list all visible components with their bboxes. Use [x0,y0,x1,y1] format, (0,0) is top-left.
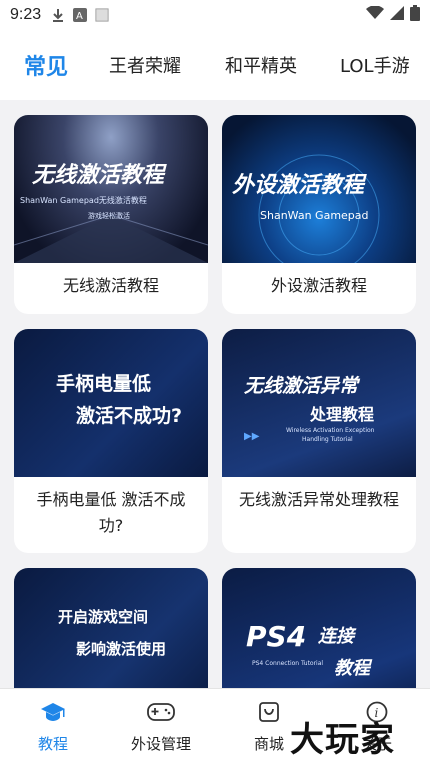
nav-label: 外设管理 [130,735,191,753]
tutorial-card[interactable]: 无线激活异常 处理教程 ▶▶ Wireless Activation Excep… [222,329,416,553]
thumbnail-subtitle: ShanWan Gamepad [260,209,369,222]
tutorial-thumbnail: 无线激活异常 处理教程 ▶▶ Wireless Activation Excep… [222,329,416,477]
tutorial-card[interactable]: 开启游戏空间 影响激活使用 [14,568,208,688]
tab-lol-mobile[interactable]: LOL手游 [340,52,410,78]
tab-honor-of-kings[interactable]: 王者荣耀 [109,52,181,78]
thumbnail-title: 无线激活教程 [32,163,165,188]
thumbnail-title: 外设激活教程 [232,173,365,198]
tutorial-thumbnail: PS4 连接 PS4 Connection Tutorial 教程 [222,568,416,688]
thumbnail-line-2: 激活不成功? [76,405,183,427]
thumbnail-graphic [14,214,208,263]
nav-label: 教程 [37,735,68,753]
tutorial-thumbnail: 外设激活教程 ShanWan Gamepad [222,115,416,263]
battery-icon [410,5,420,25]
app-square-icon [95,8,109,22]
gamepad-icon [116,699,206,725]
thumbnail-line-1: 开启游戏空间 [58,608,149,626]
tutorial-card[interactable]: 无线激活教程 ShanWan Gamepad无线激活教程 游戏轻松激活 无线激活… [14,115,208,314]
signal-icon [390,6,404,24]
tutorial-card[interactable]: 手柄电量低 激活不成功? 手柄电量低 激活不成功? [14,329,208,553]
download-icon [51,8,65,22]
tab-common[interactable]: 常见 [24,49,68,81]
thumbnail-en-1: PS4 Connection Tutorial [252,660,324,667]
thumbnail-line-2: 影响激活使用 [76,640,167,658]
tutorial-card[interactable]: PS4 连接 PS4 Connection Tutorial 教程 [222,568,416,688]
wifi-icon [366,5,384,24]
thumbnail-caption: 游戏轻松激活 [88,212,130,220]
card-title: 无线激活教程 [62,276,159,295]
thumbnail-line-1: 手柄电量低 [56,373,152,395]
watermark-logo: 大玩家 [290,720,395,760]
play-arrows-icon: ▶▶ [244,431,260,442]
thumbnail-line-1: 无线激活异常 [244,375,359,397]
thumbnail-line-3: 教程 [334,658,370,679]
thumbnail-line-2: 处理教程 [310,405,375,424]
tab-peace-elite[interactable]: 和平精英 [225,52,297,78]
svg-text:A: A [76,11,83,22]
card-title: 手柄电量低 激活不成功? [36,490,186,535]
app-a-icon: A [73,8,88,22]
graduation-cap-icon [8,699,98,725]
tutorial-thumbnail: 开启游戏空间 影响激活使用 [14,568,208,688]
tutorial-thumbnail: 手柄电量低 激活不成功? [14,329,208,477]
card-title: 无线激活异常处理教程 [238,490,399,509]
nav-peripheral-management[interactable]: 外设管理 [116,699,206,754]
tutorial-card[interactable]: 外设激活教程 ShanWan Gamepad 外设激活教程 [222,115,416,314]
nav-tutorial[interactable]: 教程 [8,699,98,754]
thumbnail-subtitle: ShanWan Gamepad无线激活教程 [20,196,147,205]
thumbnail-line-1: PS4 [246,620,307,653]
thumbnail-en-1: Wireless Activation Exception [286,427,375,434]
category-tabs: 常见 王者荣耀 和平精英 LOL手游 [0,30,430,100]
tutorial-thumbnail: 无线激活教程 ShanWan Gamepad无线激活教程 游戏轻松激活 [14,115,208,263]
card-title: 外设激活教程 [270,276,367,295]
status-time: 9:23 [10,6,42,23]
thumbnail-en-2: Handling Tutorial [302,436,353,443]
thumbnail-line-2: 连接 [318,626,354,647]
status-bar: 9:23 A [0,0,430,30]
tutorial-grid: 无线激活教程 ShanWan Gamepad无线激活教程 游戏轻松激活 无线激活… [0,100,430,688]
